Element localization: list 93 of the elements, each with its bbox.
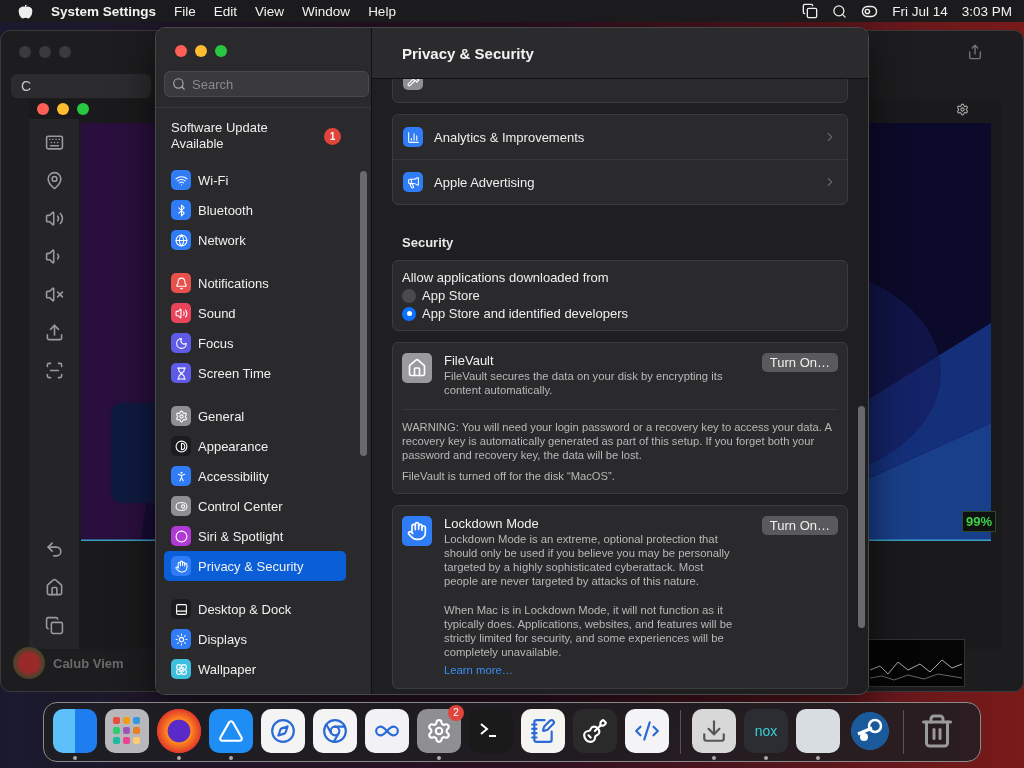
recents-icon[interactable] xyxy=(44,616,64,635)
two-tone-tile-icon[interactable] xyxy=(53,708,97,753)
sidebar-item[interactable]: General xyxy=(164,401,346,431)
sidebar-item[interactable]: Notifications xyxy=(164,268,346,298)
turn-on-button[interactable]: Turn On… xyxy=(761,516,838,535)
warning-text: WARNING: You will need your login password or a recovery key to access your data. A recovery key is automatically generated as part of this setup. If you forget both your password and recovery key, the data will be lost. xyxy=(402,420,833,462)
house-icon xyxy=(402,353,432,383)
keyboard-icon[interactable] xyxy=(44,133,64,152)
battery-reading: 99% xyxy=(961,511,996,532)
chrome-icon[interactable] xyxy=(313,708,357,753)
radio-button[interactable] xyxy=(402,306,416,321)
settings-icon[interactable] xyxy=(956,102,969,116)
ring-icon[interactable] xyxy=(157,708,201,753)
learn-more-link[interactable]: Learn more… xyxy=(444,664,514,676)
gear-icon[interactable] xyxy=(417,708,461,753)
search-icon xyxy=(172,77,186,91)
window-title: Privacy & Security xyxy=(402,44,534,62)
feature-description: Lockdown Mode is an extreme, optional protection that should only be used if you believe you may be personally targeted by a highly sophisticated cyberattack. Most people are never targeted by attacks of this nature. xyxy=(444,532,731,588)
back-icon[interactable] xyxy=(44,540,64,559)
grid-icon[interactable] xyxy=(105,708,149,753)
notification-badge: 2 xyxy=(448,704,464,721)
bar-chart-icon xyxy=(403,127,423,147)
feature-description: When Mac is in Lockdown Mode, it will not function as it typically does. Applications, websites, and features will be strictly limited for security, and some experiences will be completely unavailable. xyxy=(444,603,734,659)
setting-label: Allow applications downloaded from xyxy=(402,270,610,285)
minimize-button[interactable] xyxy=(57,103,69,115)
settings-row[interactable]: Apple Advertising xyxy=(393,159,847,204)
guitar-icon[interactable] xyxy=(573,708,617,753)
menu-date[interactable]: Fri Jul 14 xyxy=(892,3,948,19)
sidebar-item[interactable]: Siri & Spotlight xyxy=(164,521,346,551)
close-button[interactable] xyxy=(37,103,49,115)
share-icon[interactable] xyxy=(967,44,983,60)
menu-item[interactable]: Window xyxy=(302,3,351,19)
scrollbar-thumb[interactable] xyxy=(360,171,367,456)
hand-icon xyxy=(402,516,432,546)
sidebar-item[interactable]: Appearance xyxy=(164,431,346,461)
logo-text: nox xyxy=(754,722,778,739)
minimize-button[interactable] xyxy=(195,45,207,57)
app-menu[interactable]: System Settings xyxy=(51,3,157,19)
sidebar-item[interactable]: Control Center xyxy=(164,491,346,521)
screenshot-icon[interactable] xyxy=(44,361,64,380)
notepad-icon[interactable] xyxy=(521,708,565,753)
radio-label: App Store and identified developers xyxy=(422,306,628,321)
location-pin-icon[interactable] xyxy=(44,171,64,190)
menu-item[interactable]: View xyxy=(255,3,285,19)
avatar xyxy=(13,647,45,679)
apple-icon[interactable] xyxy=(18,3,33,19)
menu-item[interactable]: Edit xyxy=(213,3,238,19)
volume-up-icon[interactable] xyxy=(44,209,64,228)
mute-icon[interactable] xyxy=(44,285,64,304)
feature-title: FileVault xyxy=(444,353,495,368)
sidebar-item[interactable]: Software Update Available 1 xyxy=(156,107,371,152)
sidebar-item[interactable]: Privacy & Security xyxy=(164,551,346,581)
compass-icon[interactable] xyxy=(261,708,305,753)
terminal-icon[interactable] xyxy=(469,708,513,753)
status-text: FileVault is turned off for the disk “MacOS”. xyxy=(402,469,616,483)
update-label: Software Update Available xyxy=(171,120,269,152)
upload-icon[interactable] xyxy=(44,323,64,342)
search-field[interactable]: C xyxy=(11,74,151,98)
turn-on-button[interactable]: Turn On… xyxy=(761,353,838,372)
sidebar-item[interactable]: Desktop & Dock xyxy=(164,594,346,624)
infinity-icon[interactable] xyxy=(365,708,409,753)
user-name: Calub Viem xyxy=(53,655,124,671)
sidebar-item[interactable]: Displays xyxy=(164,624,346,654)
sidebar-item[interactable]: Bluetooth xyxy=(164,195,346,225)
sidebar-item[interactable]: Sound xyxy=(164,298,346,328)
radio-label: App Store xyxy=(422,288,480,303)
home-icon[interactable] xyxy=(44,578,64,597)
search-icon[interactable] xyxy=(832,3,848,19)
sidebar-item[interactable]: Accessibility xyxy=(164,461,346,491)
close-button[interactable] xyxy=(175,45,187,57)
menu-item[interactable]: Help xyxy=(368,3,396,19)
settings-row[interactable]: Analytics & Improvements xyxy=(393,115,847,159)
section-heading: Security xyxy=(402,235,455,250)
megaphone-icon xyxy=(403,172,423,192)
menu-item[interactable]: File xyxy=(174,3,196,19)
sidebar-item[interactable]: Wi-Fi xyxy=(164,165,346,195)
menu-time[interactable]: 3:03 PM xyxy=(961,3,1012,19)
search-field[interactable]: Search xyxy=(164,71,369,97)
code-icon[interactable] xyxy=(625,708,669,753)
scrollbar-thumb[interactable] xyxy=(858,406,865,628)
zoom-button[interactable] xyxy=(77,103,89,115)
zoom-button[interactable] xyxy=(215,45,227,57)
feature-description: FileVault secures the data on your disk by encrypting its content automatically. xyxy=(444,369,724,397)
notification-badge: 1 xyxy=(324,127,341,145)
feature-title: Lockdown Mode xyxy=(444,516,540,531)
screens-icon[interactable] xyxy=(802,3,819,19)
download-icon[interactable] xyxy=(692,708,736,753)
sidebar-item[interactable]: Wallpaper xyxy=(164,654,346,684)
blank-tile-icon[interactable] xyxy=(796,708,840,753)
sidebar-item[interactable]: Screen Time xyxy=(164,358,346,388)
sidebar-item[interactable]: Network xyxy=(164,225,346,255)
radio-button[interactable] xyxy=(402,288,416,303)
sidebar-item[interactable]: Focus xyxy=(164,328,346,358)
